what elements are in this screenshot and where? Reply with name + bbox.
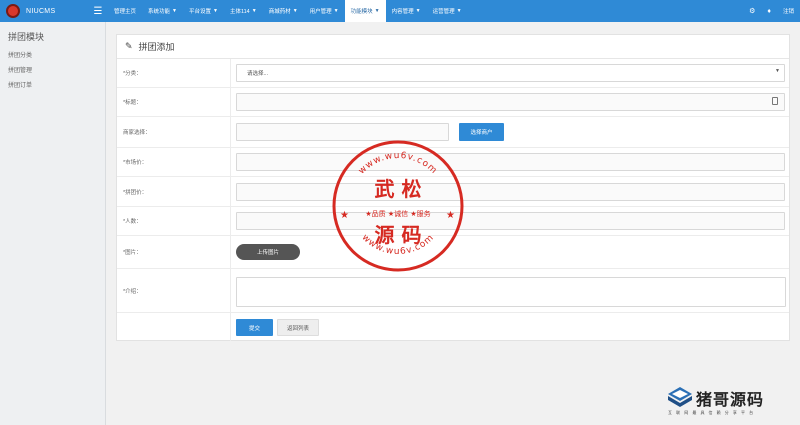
nav-item-label: 系统功能 bbox=[148, 9, 171, 15]
star-icon: ★ bbox=[446, 210, 455, 221]
caret-down-icon: ▼ bbox=[415, 8, 421, 14]
title-input[interactable] bbox=[236, 93, 785, 111]
image-label: *图片： bbox=[117, 236, 231, 268]
brand[interactable]: NIUCMS bbox=[0, 0, 88, 22]
nav-item-label: 商城药材 bbox=[268, 9, 291, 15]
actions-label-cell bbox=[117, 313, 231, 341]
market-price-input[interactable] bbox=[236, 153, 785, 171]
nav-item-4[interactable]: 商城药材 ▼ bbox=[263, 0, 304, 22]
nav-item-label: 管理主页 bbox=[114, 9, 137, 15]
bell-icon[interactable]: ♦ bbox=[767, 8, 771, 15]
sidebar-item-orders[interactable]: 拼团订单 bbox=[0, 79, 105, 94]
caret-down-icon: ▼ bbox=[333, 8, 339, 14]
caret-down-icon: ▼ bbox=[251, 8, 257, 14]
nav-item-3[interactable]: 主体114 ▼ bbox=[224, 0, 263, 22]
nav-item-label: 运营管理 bbox=[432, 9, 455, 15]
corner-logo-icon bbox=[668, 387, 692, 407]
seal-line3: 源 码 bbox=[375, 223, 422, 247]
market-price-label: *市场价： bbox=[117, 148, 231, 176]
star-icon: ★ bbox=[340, 210, 349, 221]
main-nav: 管理主页 系统功能 ▼ 平台设置 ▼ 主体114 ▼ 商城药材 ▼ 用户管理 ▼ 功能模块 ▼ 内容管理 ▼… bbox=[108, 0, 468, 22]
nav-item-label: 主体114 bbox=[229, 9, 250, 15]
category-select-value: 请选择... bbox=[247, 71, 269, 77]
sidebar-title: 拼团模块 bbox=[8, 32, 45, 42]
nav-item-1[interactable]: 系统功能 ▼ bbox=[142, 0, 183, 22]
page-title: 拼团添加 bbox=[138, 42, 175, 52]
people-label: *人数： bbox=[117, 207, 231, 235]
row-title: *标题： bbox=[117, 88, 789, 117]
document-icon bbox=[772, 97, 778, 105]
intro-textarea[interactable] bbox=[236, 277, 786, 307]
corner-title: 猪哥源码 bbox=[696, 392, 765, 409]
sidebar: 拼团模块 拼团分类 拼团管理 拼团订单 bbox=[0, 22, 106, 425]
nav-item-label: 平台设置 bbox=[188, 9, 211, 15]
nav-item-label: 内容管理 bbox=[391, 9, 414, 15]
nav-item-6[interactable]: 功能模块 ▼ bbox=[344, 0, 386, 22]
panel-header: ✎ 拼团添加 bbox=[117, 35, 789, 59]
seal-line1: 武 松 bbox=[375, 177, 422, 201]
group-price-label: *拼团价： bbox=[117, 177, 231, 206]
nav-item-2[interactable]: 平台设置 ▼ bbox=[183, 0, 224, 22]
seal-watermark: www.wu6v.com www.wu6v.com 武 松 ★品质 ★诚信 ★服… bbox=[332, 140, 464, 272]
nav-item-label: 功能模块 bbox=[350, 9, 373, 15]
caret-down-icon: ▼ bbox=[374, 8, 380, 14]
nav-item-5[interactable]: 用户管理 ▼ bbox=[304, 0, 345, 22]
nav-item-0[interactable]: 管理主页 bbox=[108, 0, 142, 22]
back-to-list-button[interactable]: 返回列表 bbox=[277, 319, 319, 336]
top-navbar: NIUCMS ☰ 管理主页 系统功能 ▼ 平台设置 ▼ 主体114 ▼ 商城药材 ▼ 用户管理 ▼ 功… bbox=[0, 0, 800, 22]
brand-name: NIUCMS bbox=[26, 7, 56, 15]
row-category: *分类： 请选择... ▼ bbox=[117, 59, 789, 88]
corner-subtitle: 互 联 网 最 具 信 赖 分 享 平 台 bbox=[668, 410, 755, 415]
nav-item-7[interactable]: 内容管理 ▼ bbox=[386, 0, 427, 22]
nav-item-8[interactable]: 运营管理 ▼ bbox=[427, 0, 468, 22]
nav-right: ⚙ ♦ 注销 bbox=[749, 0, 794, 22]
intro-label: *介绍： bbox=[117, 269, 231, 312]
category-label: *分类： bbox=[117, 59, 231, 87]
title-label: *标题： bbox=[117, 88, 231, 116]
submit-button[interactable]: 提交 bbox=[236, 319, 273, 336]
caret-down-icon: ▼ bbox=[292, 8, 298, 14]
upload-image-button[interactable]: 上传图片 bbox=[236, 244, 300, 260]
sidebar-item-category[interactable]: 拼团分类 bbox=[0, 49, 105, 64]
merchant-label: 商家选择： bbox=[117, 117, 231, 147]
chevron-down-icon: ▼ bbox=[775, 68, 780, 74]
nav-item-label: 用户管理 bbox=[309, 9, 332, 15]
people-input[interactable] bbox=[236, 212, 785, 230]
category-select[interactable]: 请选择... ▼ bbox=[236, 64, 785, 82]
caret-down-icon: ▼ bbox=[213, 8, 218, 14]
caret-down-icon: ▼ bbox=[456, 8, 462, 14]
edit-icon: ✎ bbox=[125, 41, 133, 51]
seal-line2: ★品质 ★诚信 ★服务 bbox=[365, 209, 430, 218]
sidebar-item-manage[interactable]: 拼团管理 bbox=[0, 64, 105, 79]
seal-top-text: www.wu6v.com bbox=[357, 151, 439, 177]
menu-toggle-icon[interactable]: ☰ bbox=[88, 6, 108, 17]
gear-icon[interactable]: ⚙ bbox=[749, 7, 755, 15]
row-actions: 提交 返回列表 bbox=[117, 313, 789, 341]
caret-down-icon: ▼ bbox=[172, 8, 177, 14]
group-price-input[interactable] bbox=[236, 183, 785, 201]
logout-link[interactable]: 注销 bbox=[783, 7, 794, 15]
brand-logo-icon bbox=[6, 4, 20, 18]
